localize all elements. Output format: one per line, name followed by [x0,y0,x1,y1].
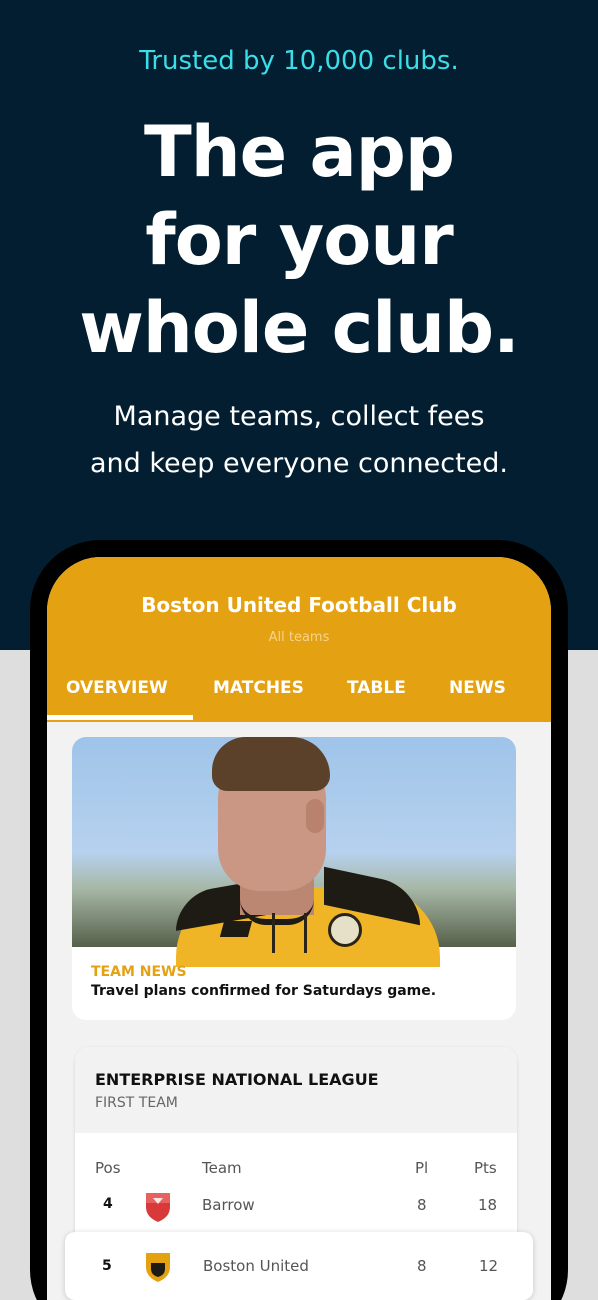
subhead-line: and keep everyone connected. [89,448,509,479]
news-card[interactable]: TEAM NEWS Travel plans confirmed for Sat… [72,737,516,1020]
barrow-crest-icon [146,1193,170,1222]
club-name: Boston United Football Club [141,593,457,617]
tab-news[interactable]: NEWS [449,678,506,698]
row-pos: 4 [103,1196,113,1212]
headline: The app for your whole club. [0,108,598,372]
headline-line: for your [145,199,454,281]
news-photo [72,737,516,967]
row-pts: 12 [479,1257,499,1275]
league-name: ENTERPRISE NATIONAL LEAGUE [95,1070,379,1089]
row-pts: 18 [478,1196,498,1214]
headline-line: whole club. [79,287,519,369]
column-header-pl: Pl [415,1159,429,1177]
kit-logo-icon [219,921,253,937]
row-pl: 8 [417,1196,427,1214]
column-header-pts: Pts [474,1159,497,1177]
row-team: Barrow [202,1196,255,1214]
team-selector[interactable]: All teams [47,630,551,645]
phone-screen: Boston United Football Club All teams OV… [47,557,551,1300]
league-header: ENTERPRISE NATIONAL LEAGUE FIRST TEAM [75,1047,517,1133]
club-badge-icon [328,913,362,947]
league-team: FIRST TEAM [95,1095,178,1111]
subhead: Manage teams, collect fees and keep ever… [0,393,598,487]
tab-overview[interactable]: OVERVIEW [66,678,168,698]
tab-table[interactable]: TABLE [347,678,406,698]
table-row-highlighted[interactable]: 5 Boston United 8 12 [65,1232,533,1300]
app-header: Boston United Football Club All teams OV… [47,557,551,722]
tab-matches[interactable]: MATCHES [213,678,304,698]
subhead-line: Manage teams, collect fees [113,401,485,432]
news-kicker: TEAM NEWS [91,964,187,980]
boston-united-crest-icon [146,1253,170,1282]
column-header-pos: Pos [95,1159,121,1177]
row-pl: 8 [417,1257,427,1275]
row-team: Boston United [203,1257,309,1275]
active-tab-indicator [47,715,193,720]
news-title: Travel plans confirmed for Saturdays gam… [91,983,437,999]
tagline: Trusted by 10,000 clubs. [139,46,459,76]
row-pos: 5 [102,1258,112,1274]
column-header-team: Team [202,1159,242,1177]
headline-line: The app [144,111,455,193]
